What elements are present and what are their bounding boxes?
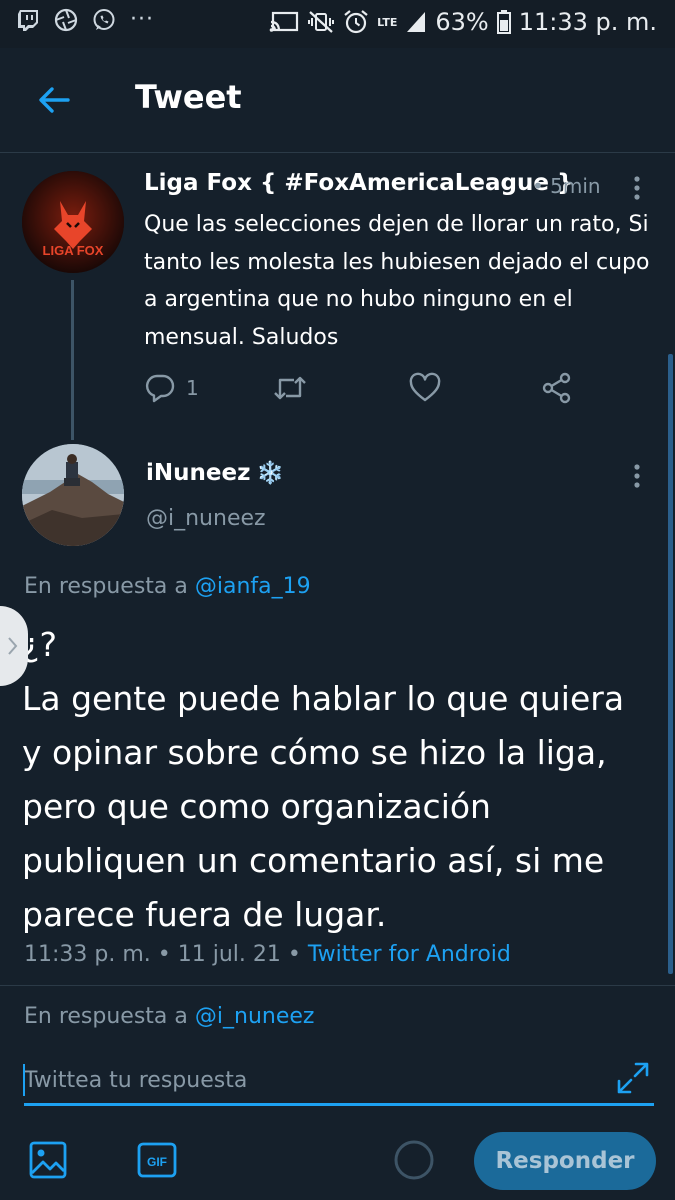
like-action[interactable] — [408, 368, 442, 408]
liga-fox-logo: LIGA FOX — [22, 171, 124, 273]
author-name[interactable]: Liga Fox { #FoxAmericaLeague } — [144, 170, 573, 196]
image-icon[interactable] — [28, 1140, 68, 1180]
tweet-timestamp: 11:33 p. m. • 11 jul. 21 • — [24, 942, 308, 967]
cast-icon — [269, 11, 299, 32]
tweet-metadata: 11:33 p. m. • 11 jul. 21 • Twitter for A… — [24, 942, 511, 967]
profile-photo — [22, 444, 124, 546]
gif-label: GIF — [147, 1155, 167, 1169]
reply-prefix: En respuesta a — [24, 574, 195, 599]
battery-percent: 63% — [435, 8, 489, 36]
scrollbar[interactable] — [668, 354, 673, 974]
reply-icon — [145, 374, 175, 403]
page-title: Tweet — [135, 78, 242, 116]
back-arrow-icon[interactable] — [34, 80, 74, 120]
character-counter-icon — [394, 1140, 434, 1180]
chevron-right-icon — [8, 637, 18, 655]
reply-input[interactable] — [24, 1058, 654, 1106]
heart-icon — [409, 372, 441, 402]
avatar-inuneez[interactable] — [22, 444, 124, 546]
reply-context: En respuesta a @ianfa_19 — [24, 574, 311, 599]
battery-icon — [496, 10, 511, 34]
more-options-icon[interactable] — [629, 462, 645, 490]
vibrate-mute-icon — [308, 11, 335, 33]
divider — [0, 985, 675, 986]
reply-submit-button[interactable]: Responder — [474, 1132, 656, 1190]
tweet-time: • 5min — [532, 174, 601, 198]
twitch-icon — [18, 10, 38, 31]
thread-connector — [71, 280, 74, 440]
tweet-text: ¿? La gente puede hablar lo que quiera y… — [22, 625, 625, 934]
avatar-text: LIGA FOX — [43, 243, 104, 258]
avatar-liga-fox[interactable]: LIGA FOX — [22, 171, 124, 273]
tweet-actions: 1 — [144, 368, 584, 408]
system-indicators: LTE 63% 11:33 p. m. — [269, 6, 657, 38]
reply-count: 1 — [186, 376, 199, 400]
author-name: iNuneez — [146, 460, 251, 486]
tweet-text: Que las selecciones dejen de llorar un r… — [144, 212, 650, 350]
gif-button[interactable]: GIF — [137, 1140, 177, 1180]
snowflake-icon: ❄️ — [256, 460, 284, 486]
notification-icons: ··· — [16, 8, 154, 32]
mention-link[interactable]: @i_nuneez — [195, 1004, 315, 1029]
edge-panel-handle[interactable] — [0, 606, 28, 686]
app-header: Tweet — [0, 48, 675, 153]
source-link[interactable]: Twitter for Android — [308, 942, 511, 967]
author-name-line[interactable]: iNuneez ❄️ — [146, 460, 284, 486]
mention-link[interactable]: @ianfa_19 — [195, 574, 311, 599]
camera-aperture-icon — [54, 8, 78, 32]
more-options-icon[interactable] — [629, 174, 645, 202]
status-bar: ··· LTE 63% 11:33 p. m. — [0, 0, 675, 48]
reply-prefix: En respuesta a — [24, 1004, 195, 1029]
share-action[interactable] — [540, 368, 574, 408]
clock: 11:33 p. m. — [518, 8, 657, 36]
alarm-icon — [344, 10, 368, 34]
retweet-icon — [274, 376, 306, 400]
reply-action[interactable]: 1 — [144, 368, 199, 408]
network-type: LTE — [377, 15, 398, 29]
author-handle: @i_nuneez — [146, 506, 266, 531]
more-notifications: ··· — [130, 7, 154, 32]
expand-icon[interactable] — [615, 1060, 651, 1096]
share-icon — [542, 372, 571, 404]
text-cursor — [23, 1064, 25, 1096]
retweet-action[interactable] — [272, 368, 308, 408]
gif-icon: GIF — [137, 1142, 177, 1178]
whatsapp-icon — [93, 9, 115, 30]
signal-icon — [407, 12, 426, 32]
composer-reply-context: En respuesta a @i_nuneez — [24, 1004, 314, 1029]
